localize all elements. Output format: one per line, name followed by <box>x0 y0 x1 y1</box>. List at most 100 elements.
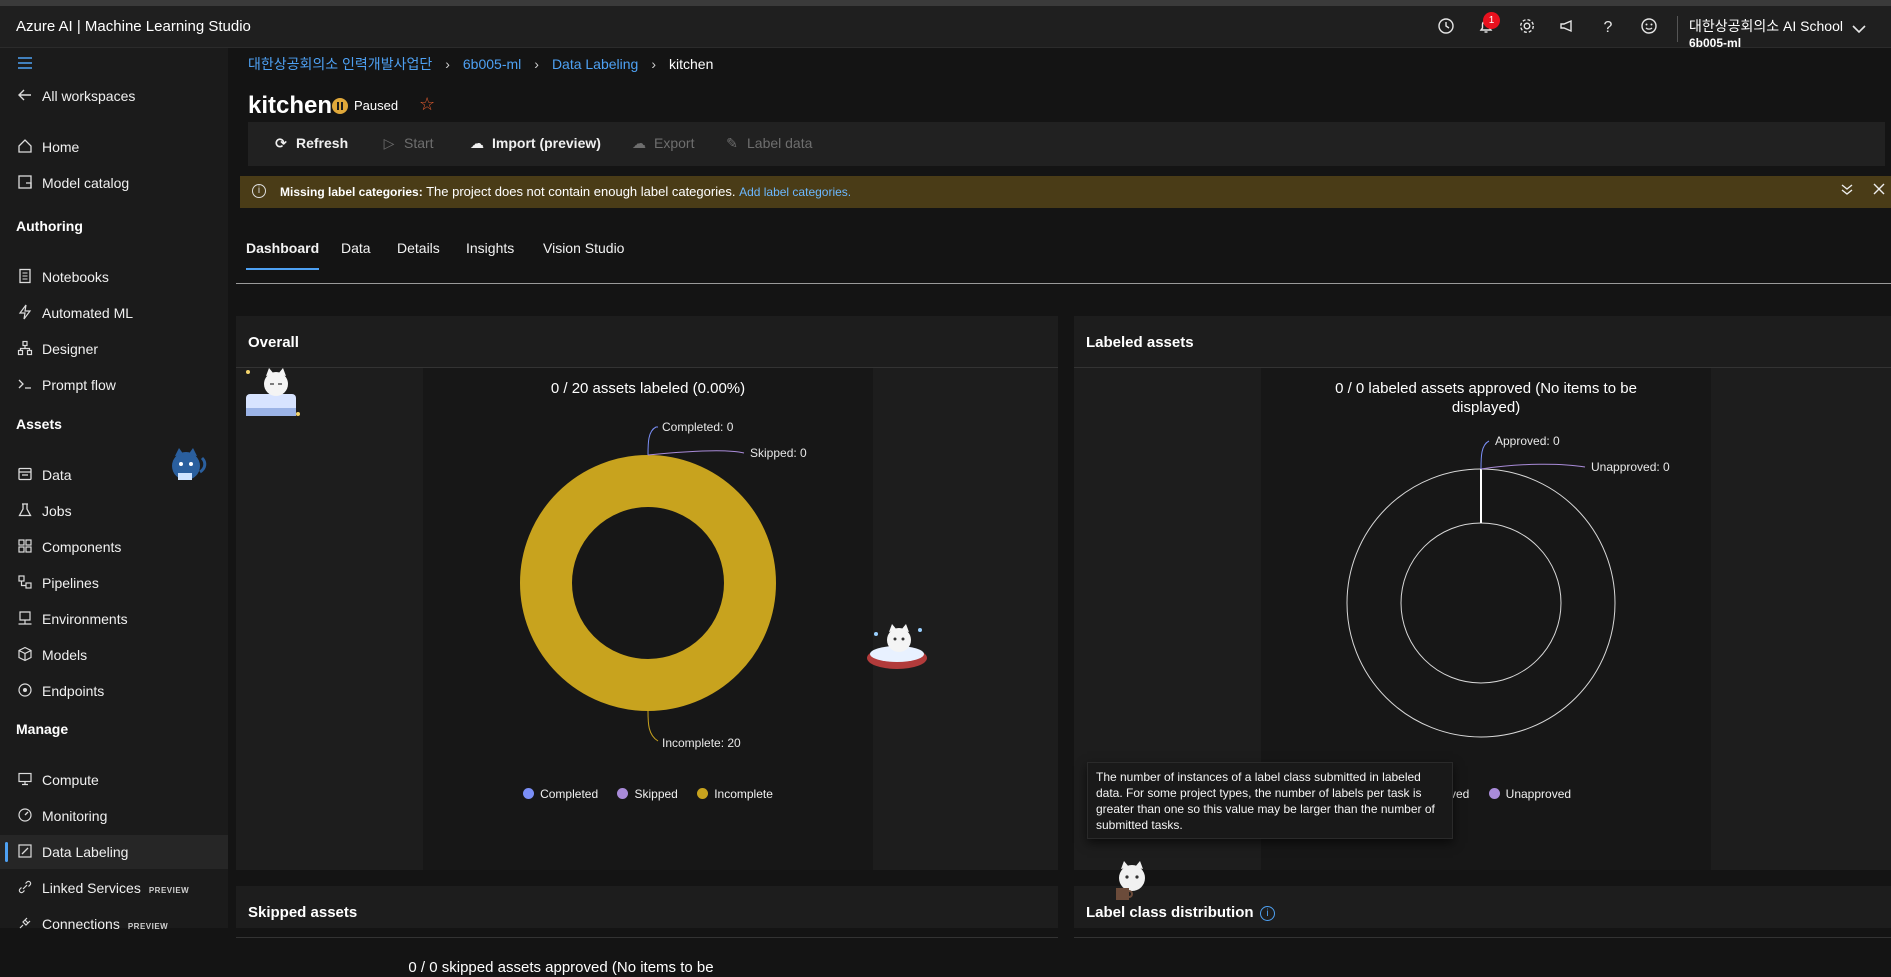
sidebar-item-data-labeling[interactable]: Data Labeling <box>0 835 228 869</box>
sidebar-item-label: Monitoring <box>42 808 108 824</box>
plug-icon <box>16 915 34 933</box>
info-icon[interactable]: i <box>1260 906 1275 921</box>
card-title: Skipped assets <box>248 904 358 921</box>
sidebar-item-jobs[interactable]: Jobs <box>0 494 228 528</box>
tab-dashboard[interactable]: Dashboard <box>246 240 320 270</box>
sidebar-item-models[interactable]: Models <box>0 638 228 672</box>
close-icon[interactable] <box>1872 182 1886 201</box>
start-button[interactable]: ▷ Start <box>380 135 434 152</box>
data-label-completed: Completed: 0 <box>662 420 734 434</box>
donut-inner-ring <box>1400 522 1562 684</box>
app-title[interactable]: Azure AI | Machine Learning Studio <box>16 18 251 35</box>
leader-line-unapproved <box>1480 463 1586 470</box>
sidebar-item-model-catalog[interactable]: Model catalog <box>0 166 228 200</box>
sidebar-item-compute[interactable]: Compute <box>0 763 228 797</box>
sidebar-item-automated-ml[interactable]: Automated ML <box>0 296 228 330</box>
breadcrumb-org[interactable]: 대한상공회의소 인력개발사업단 <box>248 56 432 72</box>
chevron-right-icon: › <box>534 56 539 72</box>
overall-card: Overall 0 / 20 assets labeled (0.00%) Co… <box>236 316 1058 870</box>
lightning-icon <box>16 304 34 322</box>
refresh-icon: ⟳ <box>275 135 287 151</box>
label-class-distribution-card: Label class distribution i <box>1074 886 1891 938</box>
expand-chevrons-icon[interactable] <box>1840 182 1854 201</box>
sidebar-item-label: Data Labeling <box>42 844 129 860</box>
edit-icon: ✎ <box>726 135 738 151</box>
sidebar-item-all-workspaces[interactable]: All workspaces <box>0 79 228 113</box>
page-title: kitchen <box>248 92 333 119</box>
account-name[interactable]: 대한상공회의소 AI School <box>1689 16 1843 36</box>
tab-data[interactable]: Data <box>341 240 371 256</box>
chevron-right-icon: › <box>445 56 450 72</box>
database-icon <box>16 466 34 484</box>
sidebar-item-components[interactable]: Components <box>0 530 228 564</box>
sidebar-item-environments[interactable]: Environments <box>0 602 228 636</box>
sidebar-item-label: Endpoints <box>42 683 105 699</box>
tab-vision-studio[interactable]: Vision Studio <box>543 240 624 256</box>
sidebar-item-linked-services[interactable]: Linked Services PREVIEW <box>0 871 228 905</box>
import-button[interactable]: ☁ Import (preview) <box>468 135 601 152</box>
sidebar-item-monitoring[interactable]: Monitoring <box>0 799 228 833</box>
pipeline-icon <box>16 574 34 592</box>
edit-label-icon <box>16 843 34 861</box>
skipped-assets-card: Skipped assets 0 / 0 skipped assets appr… <box>236 886 1058 976</box>
alert-message: Missing label categories: The project do… <box>280 184 852 199</box>
donut-slice-incomplete <box>520 455 776 711</box>
sidebar-item-label: Compute <box>42 772 99 788</box>
sidebar-item-prompt-flow[interactable]: Prompt flow <box>0 368 228 402</box>
sidebar-item-label: Models <box>42 647 88 663</box>
chart-title: 0 / 0 labeled assets approved (No items … <box>1335 380 1637 416</box>
sidebar-item-home[interactable]: Home <box>0 130 228 164</box>
environment-icon <box>16 610 34 628</box>
tab-details[interactable]: Details <box>397 240 440 256</box>
tab-insights[interactable]: Insights <box>466 240 514 256</box>
refresh-button[interactable]: ⟳ Refresh <box>272 135 348 152</box>
section-authoring: Authoring <box>16 218 83 234</box>
feedback-smiley-icon[interactable] <box>1638 17 1660 39</box>
sidebar-item-pipelines[interactable]: Pipelines <box>0 566 228 600</box>
clock-icon[interactable] <box>1435 17 1457 39</box>
sidebar-item-label: Linked Services PREVIEW <box>42 880 190 896</box>
breadcrumb-workspace[interactable]: 6b005-ml <box>463 56 521 72</box>
legend-unapproved[interactable]: Unapproved <box>1488 787 1571 801</box>
export-button[interactable]: ☁ Export <box>630 135 694 152</box>
sidebar-item-designer[interactable]: Designer <box>0 332 228 366</box>
topbar-divider <box>1677 16 1678 42</box>
breadcrumb: 대한상공회의소 인력개발사업단 › 6b005-ml › Data Labeling › k… <box>248 54 713 76</box>
prompt-icon <box>16 376 34 394</box>
section-assets: Assets <box>16 416 62 432</box>
cube-icon <box>16 646 34 664</box>
add-label-categories-link[interactable]: Add label categories. <box>739 185 851 199</box>
preview-tag: PREVIEW <box>127 922 169 931</box>
legend-incomplete[interactable]: Incomplete <box>697 787 773 801</box>
catalog-icon <box>16 174 34 192</box>
help-icon[interactable]: ? <box>1597 17 1619 39</box>
components-icon <box>16 538 34 556</box>
sidebar-item-connections[interactable]: Connections PREVIEW <box>0 907 228 941</box>
link-icon <box>16 879 34 897</box>
hamburger-menu-button[interactable] <box>0 48 228 82</box>
card-divider <box>236 937 1058 938</box>
sidebar-item-label: Designer <box>42 341 99 357</box>
bath-cat-sticker-image <box>864 620 930 672</box>
megaphone-icon[interactable] <box>1556 17 1578 39</box>
card-title: Label class distribution <box>1086 904 1254 921</box>
hamburger-icon <box>16 56 34 74</box>
gear-icon[interactable] <box>1516 17 1538 39</box>
top-bar: Azure AI | Machine Learning Studio 1 ? 대… <box>0 6 1891 50</box>
sidebar-item-endpoints[interactable]: Endpoints <box>0 674 228 708</box>
designer-icon <box>16 340 34 358</box>
legend-completed[interactable]: Completed <box>523 787 598 801</box>
overall-chart-area: 0 / 20 assets labeled (0.00%) Completed:… <box>423 368 873 870</box>
favorite-star-icon[interactable]: ☆ <box>419 94 435 115</box>
breadcrumb-data-labeling[interactable]: Data Labeling <box>552 56 638 72</box>
label-data-button[interactable]: ✎ Label data <box>723 135 812 152</box>
legend-skipped[interactable]: Skipped <box>617 787 678 801</box>
chevron-down-icon[interactable] <box>1850 20 1868 38</box>
leader-line-incomplete <box>647 710 659 742</box>
sidebar-item-label: Notebooks <box>42 269 109 285</box>
home-icon <box>16 138 34 156</box>
sidebar-item-label: Prompt flow <box>42 377 116 393</box>
chart-title: 0 / 0 skipped assets approved (No items … <box>408 959 714 976</box>
sidebar-item-label: Components <box>42 539 122 555</box>
sidebar-item-notebooks[interactable]: Notebooks <box>0 260 228 294</box>
